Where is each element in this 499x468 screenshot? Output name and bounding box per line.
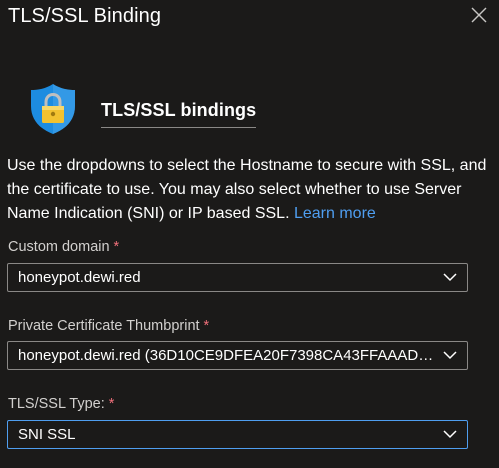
ssl-type-label: TLS/SSL Type: * — [8, 396, 114, 412]
custom-domain-label-text: Custom domain — [8, 239, 110, 255]
required-mark: * — [113, 239, 120, 255]
ssl-type-value: SNI SSL — [18, 426, 76, 443]
chevron-down-icon — [443, 273, 457, 282]
section-heading: TLS/SSL bindings — [101, 100, 257, 128]
thumbprint-label: Private Certificate Thumbprint * — [8, 318, 209, 334]
learn-more-link[interactable]: Learn more — [294, 205, 376, 222]
description: Use the dropdowns to select the Hostname… — [7, 154, 493, 226]
thumbprint-label-text: Private Certificate Thumbprint — [8, 318, 200, 334]
shield-lock-icon — [28, 82, 78, 136]
custom-domain-value: honeypot.dewi.red — [18, 269, 141, 286]
required-mark: * — [203, 318, 210, 334]
panel-title: TLS/SSL Binding — [8, 5, 162, 27]
thumbprint-select[interactable]: honeypot.dewi.red (36D10CE9DFEA20F7398CA… — [7, 341, 468, 370]
thumbprint-value: honeypot.dewi.red (36D10CE9DFEA20F7398CA… — [18, 347, 434, 364]
required-mark: * — [108, 396, 115, 412]
custom-domain-select[interactable]: honeypot.dewi.red — [7, 263, 468, 292]
custom-domain-label: Custom domain * — [8, 239, 119, 255]
ssl-type-select[interactable]: SNI SSL — [7, 420, 468, 449]
chevron-down-icon — [443, 430, 457, 439]
description-text: Use the dropdowns to select the Hostname… — [7, 157, 487, 222]
chevron-down-icon — [443, 351, 457, 360]
close-icon[interactable] — [470, 6, 488, 24]
ssl-type-label-text: TLS/SSL Type: — [8, 396, 105, 412]
close-button[interactable] — [470, 6, 488, 24]
